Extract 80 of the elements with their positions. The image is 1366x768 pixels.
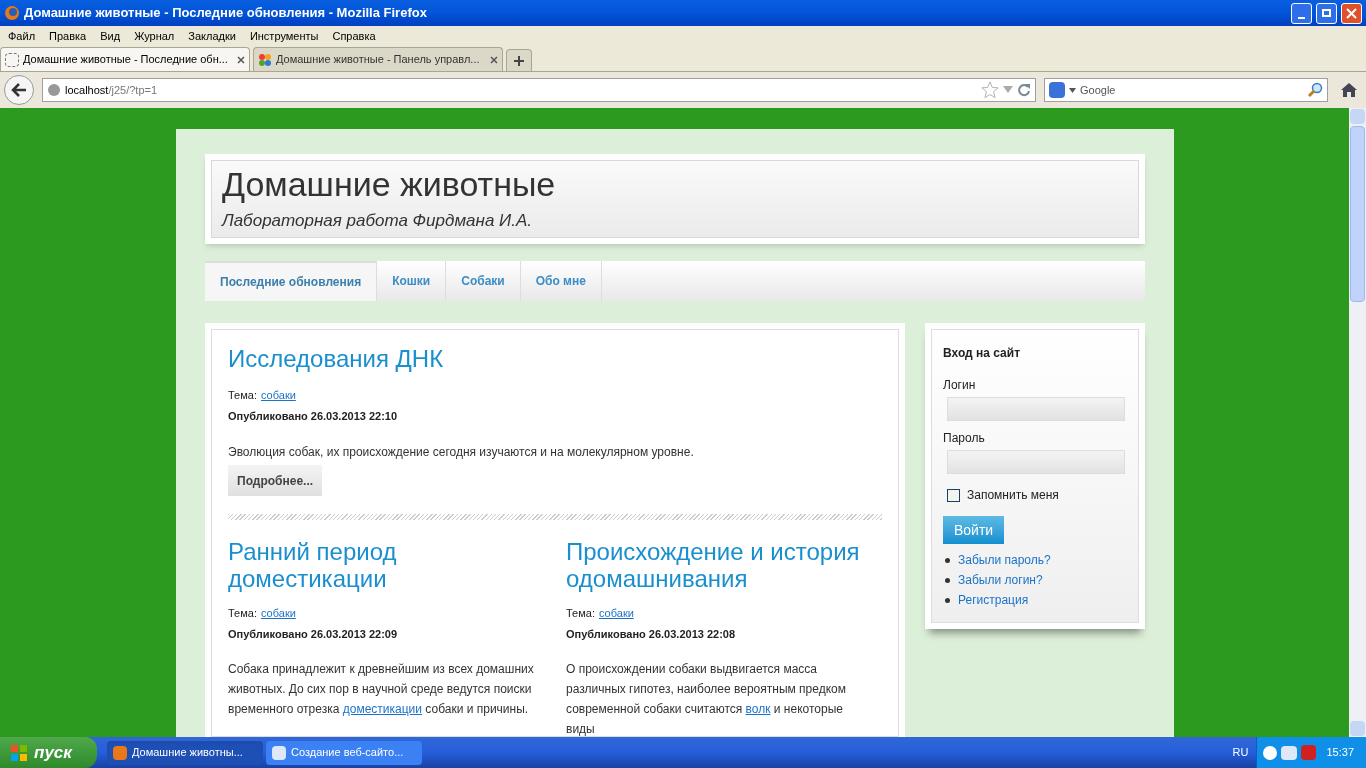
nav-item[interactable]: Собаки xyxy=(446,261,521,301)
browser-tab[interactable]: Домашние животные - Панель управл... xyxy=(253,47,503,71)
bullet-icon xyxy=(945,597,950,603)
taskbar-button[interactable]: Домашние животны... xyxy=(107,740,263,765)
menu-item[interactable]: Справка xyxy=(332,27,376,45)
minimize-button[interactable] xyxy=(1291,2,1312,24)
url-text: localhost/j25/?tp=1 xyxy=(65,82,159,98)
menu-item[interactable]: Вид xyxy=(100,27,121,45)
article-text: Эволюция собак, их происхождение сегодня изучаются и на молекулярном уровне. xyxy=(228,445,695,459)
home-icon[interactable] xyxy=(1340,82,1358,98)
username-field[interactable] xyxy=(947,397,1125,421)
taskbar-button[interactable]: Создание веб-сайто... xyxy=(266,740,422,765)
menu-item[interactable]: Файл xyxy=(8,27,36,45)
close-icon xyxy=(1346,7,1357,19)
nav-item[interactable]: Обо мне xyxy=(520,261,602,301)
plus-icon xyxy=(513,54,525,67)
login-button[interactable]: Войти xyxy=(943,516,1005,544)
remember-checkbox[interactable] xyxy=(947,488,960,502)
browser-tab[interactable]: Домашние животные - Последние обн... xyxy=(0,47,250,71)
bullet-icon xyxy=(945,577,950,583)
checkbox-label: Запомнить меня xyxy=(967,487,1059,504)
star-icon[interactable] xyxy=(981,81,999,99)
back-arrow-icon xyxy=(11,83,27,97)
nav-item[interactable]: Последние обновления xyxy=(205,261,378,301)
article-text: Собака принадлежит к древнейшим из всех домашних животных. До сих пор в научной среде ведутся поиски временного отрезка доместикации собаки и причины. xyxy=(228,661,535,718)
new-tab-button[interactable] xyxy=(506,49,532,71)
tab-title: Домашние животные - Последние обн... xyxy=(23,52,229,68)
article-title[interactable]: Исследования ДНК xyxy=(228,344,882,374)
windows-logo-icon xyxy=(10,743,28,762)
login-link[interactable]: Забыли пароль? xyxy=(958,551,1051,569)
close-button[interactable] xyxy=(1341,2,1362,24)
flower-icon xyxy=(258,52,272,67)
site-subtitle: Лабораторная работа Фирдмана И.А. xyxy=(222,209,533,232)
search-field[interactable]: Google xyxy=(1044,78,1328,102)
article-link[interactable]: волк xyxy=(745,702,771,716)
browser-icon xyxy=(4,5,20,21)
article-text: О происхождении собаки выдвигается масса различных гипотез, наиболее вероятным предком современной собаки считаются волк и некоторые виды xyxy=(566,661,847,737)
topic-link[interactable]: собаки xyxy=(260,606,296,620)
restore-button[interactable] xyxy=(1316,2,1337,24)
site-title: Домашние животные xyxy=(222,164,557,205)
password-field[interactable] xyxy=(947,450,1125,474)
language-indicator[interactable]: RU xyxy=(1232,744,1249,761)
close-icon[interactable] xyxy=(490,55,498,64)
login-title: Вход на сайт xyxy=(943,345,1021,362)
read-more-button[interactable]: Подробнее... xyxy=(228,465,323,496)
published-date: Опубликовано 26.03.2013 22:09 xyxy=(228,627,399,641)
published-date: Опубликовано 26.03.2013 22:08 xyxy=(566,627,737,641)
tab-title: Домашние животные - Панель управл... xyxy=(276,52,481,68)
article-title[interactable]: Происхождение и история одомашнивания xyxy=(566,538,882,592)
close-icon[interactable] xyxy=(237,55,245,64)
topic-label: Тема: xyxy=(566,606,595,620)
article-title[interactable]: Ранний период доместикации xyxy=(228,538,544,592)
topic-label: Тема: xyxy=(228,606,257,620)
page-icon xyxy=(5,52,19,67)
back-button[interactable] xyxy=(4,75,34,105)
clock: 15:37 xyxy=(1326,745,1354,761)
topic-link[interactable]: собаки xyxy=(260,388,296,402)
scroll-thumb[interactable] xyxy=(1350,126,1365,302)
dropdown-icon[interactable] xyxy=(1069,87,1076,93)
article-link[interactable]: доместикации xyxy=(342,702,422,716)
published-date: Опубликовано 26.03.2013 22:10 xyxy=(228,409,399,423)
login-link[interactable]: Регистрация xyxy=(958,591,1029,609)
start-button[interactable]: пуск xyxy=(0,737,97,768)
search-input[interactable]: Google xyxy=(1080,81,1303,99)
nav-item[interactable]: Кошки xyxy=(377,261,447,301)
bullet-icon xyxy=(945,557,950,563)
topic-label: Тема: xyxy=(228,388,257,402)
search-icon[interactable] xyxy=(1307,82,1323,98)
scrollbar[interactable] xyxy=(1349,108,1366,737)
field-label: Логин xyxy=(943,377,977,394)
menu-item[interactable]: Инструменты xyxy=(249,27,319,45)
menu-item[interactable]: Журнал xyxy=(134,27,175,45)
reload-icon[interactable] xyxy=(1017,83,1031,97)
topic-link[interactable]: собаки xyxy=(598,606,634,620)
window-title: Домашние животные - Последние обновления - Mozilla Firefox xyxy=(24,4,428,23)
field-label: Пароль xyxy=(943,430,986,447)
menu-item[interactable]: Правка xyxy=(49,27,87,45)
menu-item[interactable]: Закладки xyxy=(188,27,236,45)
address-bar[interactable]: localhost/j25/?tp=1 xyxy=(42,78,1036,102)
login-link[interactable]: Забыли логин? xyxy=(958,571,1043,589)
